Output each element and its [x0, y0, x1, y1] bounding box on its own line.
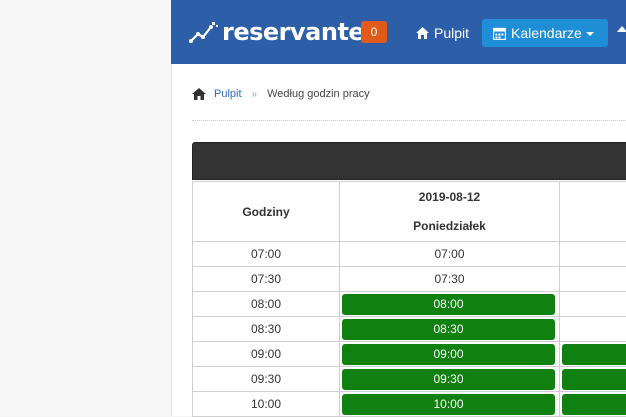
- calendar-panel-header: [192, 142, 626, 180]
- day-column-header: 2019-08-12 Poniedziałek: [340, 182, 560, 242]
- day-date: 2: [560, 182, 626, 212]
- calendar-icon: [493, 27, 506, 40]
- nav-item-kalendarze-label: Kalendarze: [511, 19, 582, 47]
- slot-cell: 07:30: [340, 267, 560, 292]
- available-slot[interactable]: [562, 369, 626, 390]
- slot-cell: [560, 292, 626, 317]
- day-date: 2019-08-12: [340, 182, 559, 212]
- available-slot[interactable]: 10:00: [342, 394, 555, 415]
- table-row: 08:3008:30: [193, 317, 626, 342]
- table-row: 09:3009:30: [193, 367, 626, 392]
- available-slot[interactable]: 08:30: [342, 319, 555, 340]
- left-gutter: [0, 0, 171, 416]
- schedule-table: Godziny 2019-08-12 Poniedziałek 2 07:000…: [192, 181, 626, 417]
- home-icon: [416, 27, 429, 39]
- hour-cell: 10:00: [193, 392, 340, 417]
- slot-cell: 09:00: [340, 342, 560, 367]
- table-row: 08:0008:00: [193, 292, 626, 317]
- notification-badge[interactable]: 0: [361, 21, 387, 43]
- nav-item-kalendarze[interactable]: Kalendarze: [482, 19, 608, 47]
- slot-cell: 09:30: [340, 367, 560, 392]
- slot-cell: [560, 317, 626, 342]
- slot-cell: [560, 392, 626, 417]
- logo-mark-icon: [189, 21, 219, 43]
- table-row: 10:0010:00: [193, 392, 626, 417]
- available-slot[interactable]: [562, 394, 626, 415]
- hours-column-header: Godziny: [193, 182, 340, 242]
- chevron-down-icon: [586, 32, 594, 36]
- available-slot[interactable]: 09:00: [342, 344, 555, 365]
- chevron-up-icon[interactable]: [617, 26, 626, 32]
- table-row: 09:0009:00: [193, 342, 626, 367]
- hour-cell: 08:00: [193, 292, 340, 317]
- day-name: Poniedziałek: [340, 212, 559, 241]
- breadcrumb-current: Według godzin pracy: [267, 88, 370, 100]
- slot-cell: [560, 342, 626, 367]
- available-slot[interactable]: 09:30: [342, 369, 555, 390]
- logo-text: reservante: [222, 18, 364, 46]
- slot-cell: 08:00: [340, 292, 560, 317]
- available-slot[interactable]: 08:00: [342, 294, 555, 315]
- slot-cell: [560, 267, 626, 292]
- nav-item-pulpit[interactable]: Pulpit: [416, 19, 469, 47]
- top-navbar: reservante 0 Pulpit Kalendarze: [171, 0, 626, 64]
- hour-cell: 07:30: [193, 267, 340, 292]
- breadcrumb-link-pulpit[interactable]: Pulpit: [214, 88, 242, 100]
- table-row: 07:0007:00: [193, 242, 626, 267]
- slot-cell: 07:00: [340, 242, 560, 267]
- hour-cell: 09:30: [193, 367, 340, 392]
- divider: [192, 120, 626, 121]
- home-icon[interactable]: [192, 88, 206, 100]
- table-row: 07:3007:30: [193, 267, 626, 292]
- slot-cell: [560, 242, 626, 267]
- day-column-header: 2: [560, 182, 626, 242]
- slot-cell: 08:30: [340, 317, 560, 342]
- available-slot[interactable]: [562, 344, 626, 365]
- logo[interactable]: reservante: [189, 17, 364, 47]
- breadcrumb-separator: »: [252, 89, 258, 100]
- hour-cell: 07:00: [193, 242, 340, 267]
- hour-cell: 08:30: [193, 317, 340, 342]
- slot-cell: 10:00: [340, 392, 560, 417]
- nav-item-pulpit-label: Pulpit: [434, 19, 469, 47]
- hour-cell: 09:00: [193, 342, 340, 367]
- breadcrumb: Pulpit » Według godzin pracy: [192, 85, 370, 103]
- slot-cell: [560, 367, 626, 392]
